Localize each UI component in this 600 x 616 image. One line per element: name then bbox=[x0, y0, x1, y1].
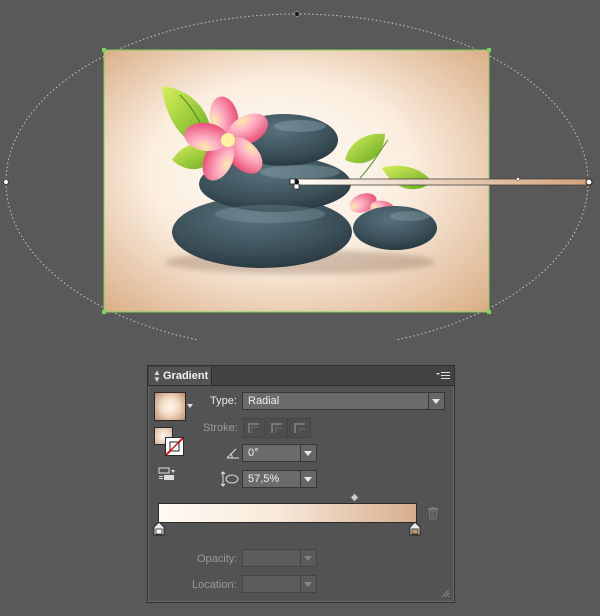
location-dropdown[interactable] bbox=[242, 575, 317, 593]
gradient-swatch[interactable] bbox=[154, 392, 186, 421]
angle-value[interactable]: 0° bbox=[248, 447, 259, 459]
type-dropdown[interactable]: Radial bbox=[242, 392, 445, 410]
aspect-ratio-value[interactable]: 57,5% bbox=[248, 473, 279, 485]
stroke-along-button bbox=[266, 418, 288, 438]
ellipse-top-handle[interactable] bbox=[294, 11, 300, 17]
aspect-ratio-icon bbox=[220, 471, 239, 487]
chevron-down-icon[interactable] bbox=[300, 471, 316, 487]
tab-gradient[interactable]: ▲ ▼ Gradient bbox=[149, 367, 212, 385]
stroke-across-button bbox=[289, 418, 311, 438]
opacity-dropdown[interactable] bbox=[242, 549, 317, 567]
reverse-gradient-icon[interactable] bbox=[158, 466, 176, 482]
stroke-none-swatch[interactable] bbox=[165, 437, 184, 456]
type-value: Radial bbox=[248, 395, 280, 407]
location-label: Location: bbox=[192, 579, 237, 591]
stroke-within-button bbox=[243, 418, 265, 438]
color-stop-end[interactable] bbox=[409, 522, 421, 536]
color-stop-start[interactable] bbox=[153, 522, 165, 536]
angle-icon bbox=[226, 448, 239, 459]
opacity-label: Opacity: bbox=[197, 553, 238, 565]
double-triangle-icon[interactable]: ▲ ▼ bbox=[153, 369, 161, 384]
chevron-down-icon[interactable] bbox=[300, 576, 316, 592]
type-label: Type: bbox=[210, 395, 237, 407]
chevron-down-icon[interactable] bbox=[300, 550, 316, 566]
panel-title: Gradient bbox=[163, 370, 209, 382]
panel-menu-icon[interactable] bbox=[436, 371, 450, 381]
swatch-dropdown-icon[interactable] bbox=[187, 404, 193, 408]
ellipse-left-handle[interactable] bbox=[3, 179, 9, 185]
aspect-ratio-dropdown[interactable]: 57,5% bbox=[242, 470, 317, 488]
resize-grip-icon[interactable] bbox=[440, 588, 450, 598]
canvas-area bbox=[0, 0, 600, 340]
angle-dropdown[interactable]: 0° bbox=[242, 444, 317, 462]
chevron-down-icon[interactable] bbox=[300, 445, 316, 461]
panel-tab-bar: ▲ ▼ Gradient bbox=[148, 366, 454, 386]
stroke-label: Stroke: bbox=[203, 422, 238, 434]
trash-icon[interactable] bbox=[427, 507, 439, 520]
gradient-slider[interactable] bbox=[158, 503, 417, 523]
chevron-down-icon[interactable] bbox=[428, 393, 444, 409]
